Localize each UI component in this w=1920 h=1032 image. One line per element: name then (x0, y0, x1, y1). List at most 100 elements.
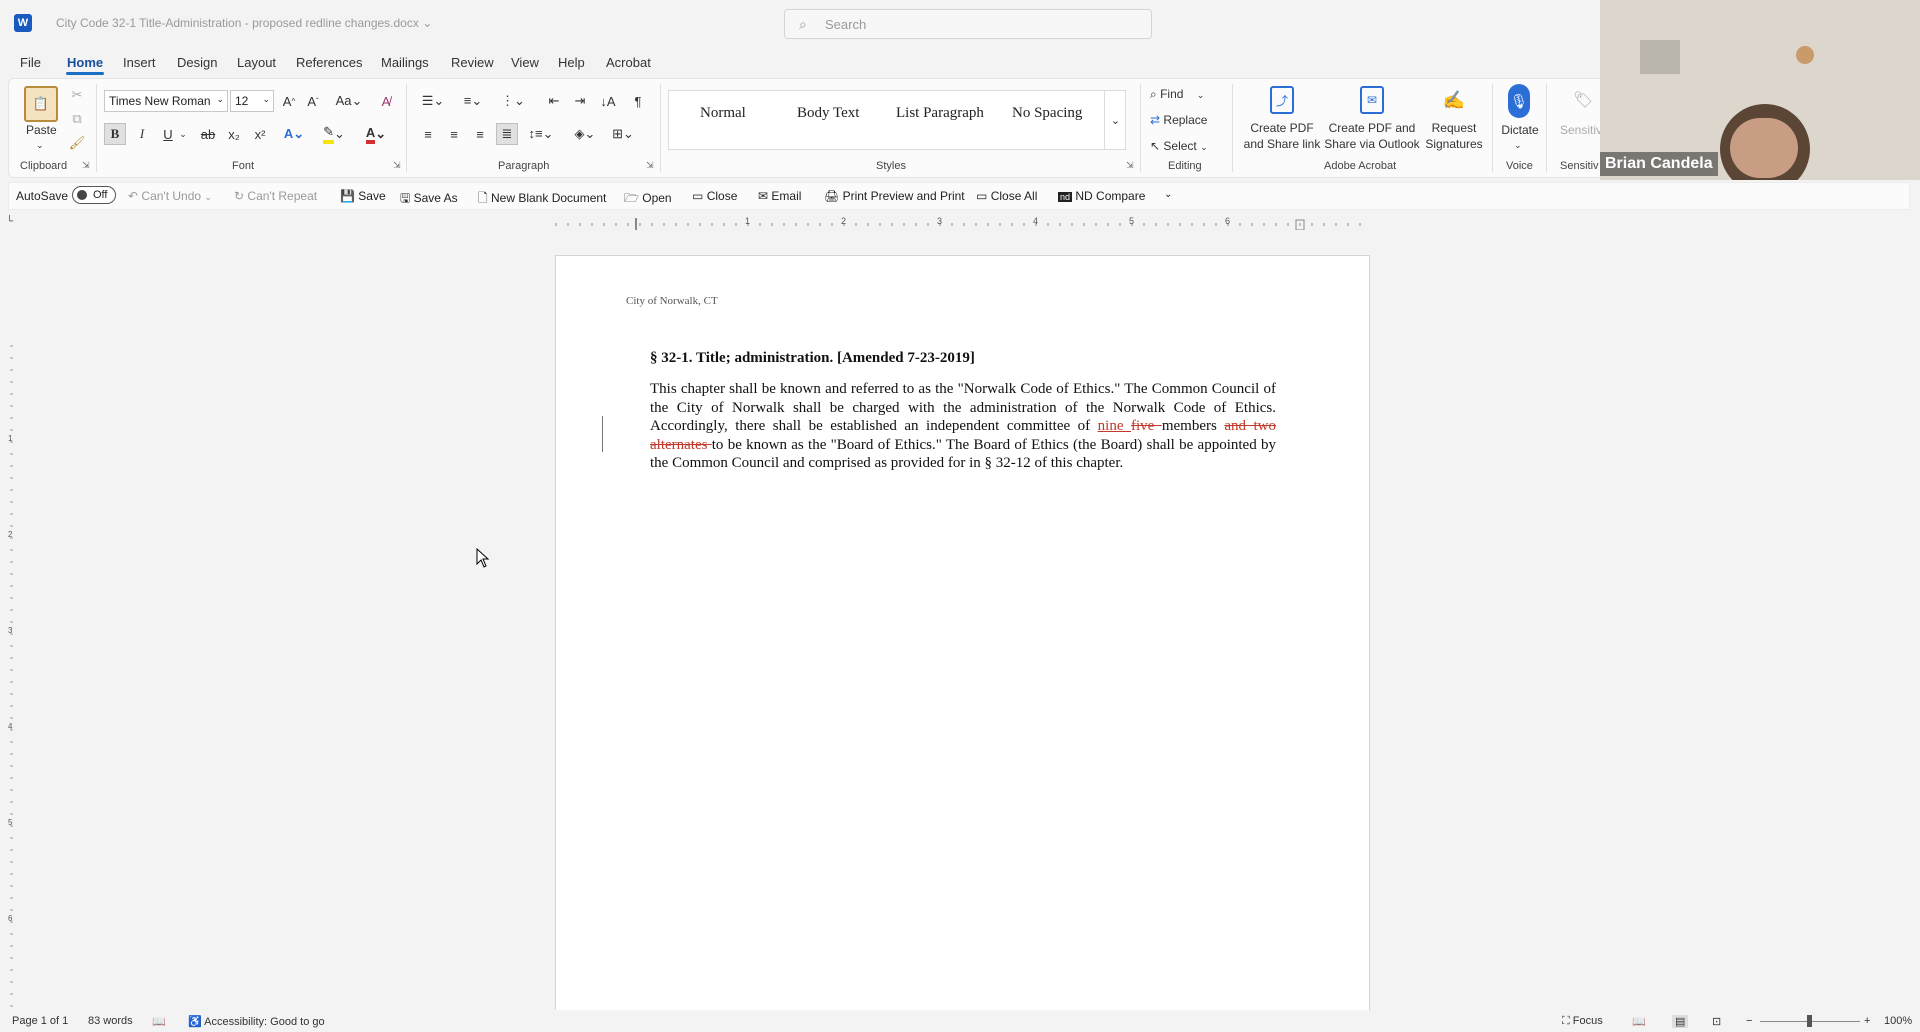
subscript-icon[interactable]: x₂ (224, 123, 244, 145)
page-count[interactable]: Page 1 of 1 (12, 1015, 68, 1027)
superscript-icon[interactable]: x² (250, 123, 270, 145)
numbering-icon[interactable]: ≡⌄ (458, 92, 488, 110)
signature-icon[interactable]: ✍ (1440, 86, 1468, 114)
document-page[interactable] (555, 255, 1370, 1015)
microphone-icon[interactable]: 🎙 (1508, 84, 1530, 118)
close-button[interactable]: ▭ Close (692, 189, 737, 203)
nd-compare-button[interactable]: nd ND Compare (1058, 189, 1145, 203)
repeat-button[interactable]: ↻ Can't Repeat (234, 189, 317, 203)
style-list-paragraph[interactable]: List Paragraph (896, 105, 984, 122)
font-size-select[interactable]: 12 ⌄ (230, 90, 274, 112)
bold-icon[interactable]: B (104, 123, 126, 145)
justify-icon[interactable]: ≣ (496, 123, 518, 145)
document-title[interactable]: City Code 32-1 Title-Administration - pr… (56, 16, 432, 30)
font-color-icon[interactable]: A ⌄ (362, 123, 390, 145)
request-signatures-button[interactable]: Request Signatures (1422, 120, 1486, 152)
font-launcher-icon[interactable]: ⇲ (393, 160, 401, 171)
align-center-icon[interactable]: ≡ (444, 123, 464, 145)
tab-view[interactable]: View (511, 55, 539, 70)
sensitivity-button[interactable]: Sensitiv (1560, 122, 1602, 138)
print-layout-icon[interactable]: ▤ (1672, 1015, 1689, 1028)
replace-button[interactable]: ⇄ Replace (1150, 112, 1207, 128)
save-button[interactable]: 💾 Save (340, 189, 386, 203)
sort-icon[interactable]: ↓A (598, 92, 618, 110)
strikethrough-icon[interactable]: ab (198, 123, 218, 145)
clear-formatting-icon[interactable]: A̸ (376, 92, 396, 110)
shrink-font-icon[interactable]: Aˇ (304, 92, 322, 110)
document-body[interactable]: This chapter shall be known and referred… (650, 380, 1276, 473)
accessibility-status[interactable]: ♿ Accessibility: Good to go (188, 1015, 325, 1028)
create-pdf-share-link-button[interactable]: Create PDF and Share link (1238, 120, 1326, 152)
underline-dropdown-icon[interactable]: ⌄ (178, 127, 188, 141)
tab-review[interactable]: Review (451, 55, 494, 70)
styles-more-icon[interactable]: ⌄ (1104, 90, 1126, 150)
find-button[interactable]: ⌕ Find ⌄ (1150, 86, 1204, 103)
focus-button[interactable]: ⛶ Focus (1562, 1015, 1603, 1028)
style-no-spacing[interactable]: No Spacing (1012, 105, 1082, 122)
new-blank-document-button[interactable]: 🗋 New Blank Document (478, 189, 606, 210)
proofing-icon[interactable]: 📖 (152, 1015, 166, 1028)
customize-toolbar-icon[interactable]: ⌄ (1164, 189, 1172, 200)
zoom-slider-thumb[interactable] (1807, 1015, 1812, 1027)
web-layout-icon[interactable]: ⊡ (1712, 1015, 1721, 1028)
align-left-icon[interactable]: ≡ (418, 123, 438, 145)
format-painter-icon[interactable]: 🖌 (68, 134, 86, 152)
section-heading[interactable]: § 32-1. Title; administration. [Amended … (650, 350, 975, 367)
multilevel-list-icon[interactable]: ⋮⌄ (498, 92, 528, 110)
sensitivity-icon[interactable]: 🏷 (1572, 86, 1594, 114)
clipboard-launcher-icon[interactable]: ⇲ (82, 160, 90, 171)
read-mode-icon[interactable]: 📖 (1632, 1015, 1646, 1028)
shading-icon[interactable]: ◈⌄ (570, 123, 600, 145)
word-count[interactable]: 83 words (88, 1015, 133, 1027)
zoom-level[interactable]: 100% (1884, 1015, 1912, 1027)
tab-insert[interactable]: Insert (123, 55, 156, 70)
align-right-icon[interactable]: ≡ (470, 123, 490, 145)
tab-help[interactable]: Help (558, 55, 585, 70)
italic-icon[interactable]: I (132, 123, 152, 145)
grow-font-icon[interactable]: A ^ (280, 92, 298, 110)
zoom-in-icon[interactable]: + (1864, 1015, 1870, 1027)
create-pdf-outlook-button[interactable]: Create PDF and Share via Outlook (1324, 120, 1420, 152)
tab-design[interactable]: Design (177, 55, 217, 70)
styles-launcher-icon[interactable]: ⇲ (1126, 160, 1134, 171)
style-body-text[interactable]: Body Text (797, 105, 859, 122)
dictate-button[interactable]: Dictate (1500, 122, 1540, 138)
tab-home[interactable]: Home (67, 55, 103, 70)
page-header[interactable]: City of Norwalk, CT (626, 295, 718, 307)
copy-icon[interactable]: ⧉ (68, 110, 86, 128)
change-case-icon[interactable]: Aa⌄ (334, 92, 364, 110)
select-button[interactable]: ↖ Select ⌄ (1150, 138, 1208, 155)
bullets-icon[interactable]: ☰⌄ (418, 92, 448, 110)
tab-selector-icon[interactable]: └ (6, 216, 13, 227)
horizontal-ruler[interactable] (552, 218, 1372, 230)
tab-layout[interactable]: Layout (237, 55, 276, 70)
show-paragraph-marks-icon[interactable]: ¶ (628, 92, 648, 110)
highlight-icon[interactable]: ✎ ⌄ (320, 123, 348, 145)
decrease-indent-icon[interactable]: ⇤ (544, 92, 564, 110)
paste-button[interactable]: Paste (26, 122, 57, 138)
font-name-select[interactable]: Times New Roman ⌄ (104, 90, 228, 112)
autosave-toggle[interactable]: Off (72, 186, 116, 204)
print-preview-button[interactable]: 🖨 Print Preview and Print (824, 189, 965, 203)
close-all-button[interactable]: ▭ Close All (976, 189, 1037, 203)
style-normal[interactable]: Normal (700, 105, 746, 122)
email-button[interactable]: ✉ Email (758, 189, 801, 203)
undo-button[interactable]: ↶ Can't Undo ⌄ (128, 189, 212, 203)
underline-icon[interactable]: U (158, 123, 178, 145)
text-effects-icon[interactable]: A⌄ (280, 123, 308, 145)
dictate-dropdown-icon[interactable]: ⌄ (1514, 137, 1522, 153)
pdf-outlook-icon[interactable]: ✉ (1360, 86, 1384, 114)
increase-indent-icon[interactable]: ⇥ (570, 92, 590, 110)
cut-icon[interactable]: ✂ (68, 86, 86, 104)
paragraph-launcher-icon[interactable]: ⇲ (646, 160, 654, 171)
tab-references[interactable]: References (296, 55, 362, 70)
save-as-button[interactable]: 🖫 Save As (400, 189, 458, 210)
borders-icon[interactable]: ⊞⌄ (608, 123, 638, 145)
open-button[interactable]: 🗁 Open (624, 189, 672, 210)
zoom-out-icon[interactable]: − (1746, 1015, 1752, 1027)
pdf-share-icon[interactable]: ⤴ (1270, 86, 1294, 114)
paste-dropdown-icon[interactable]: ⌄ (36, 137, 44, 153)
tab-acrobat[interactable]: Acrobat (606, 55, 651, 70)
line-spacing-icon[interactable]: ↕≡⌄ (526, 123, 556, 145)
tab-mailings[interactable]: Mailings (381, 55, 429, 70)
